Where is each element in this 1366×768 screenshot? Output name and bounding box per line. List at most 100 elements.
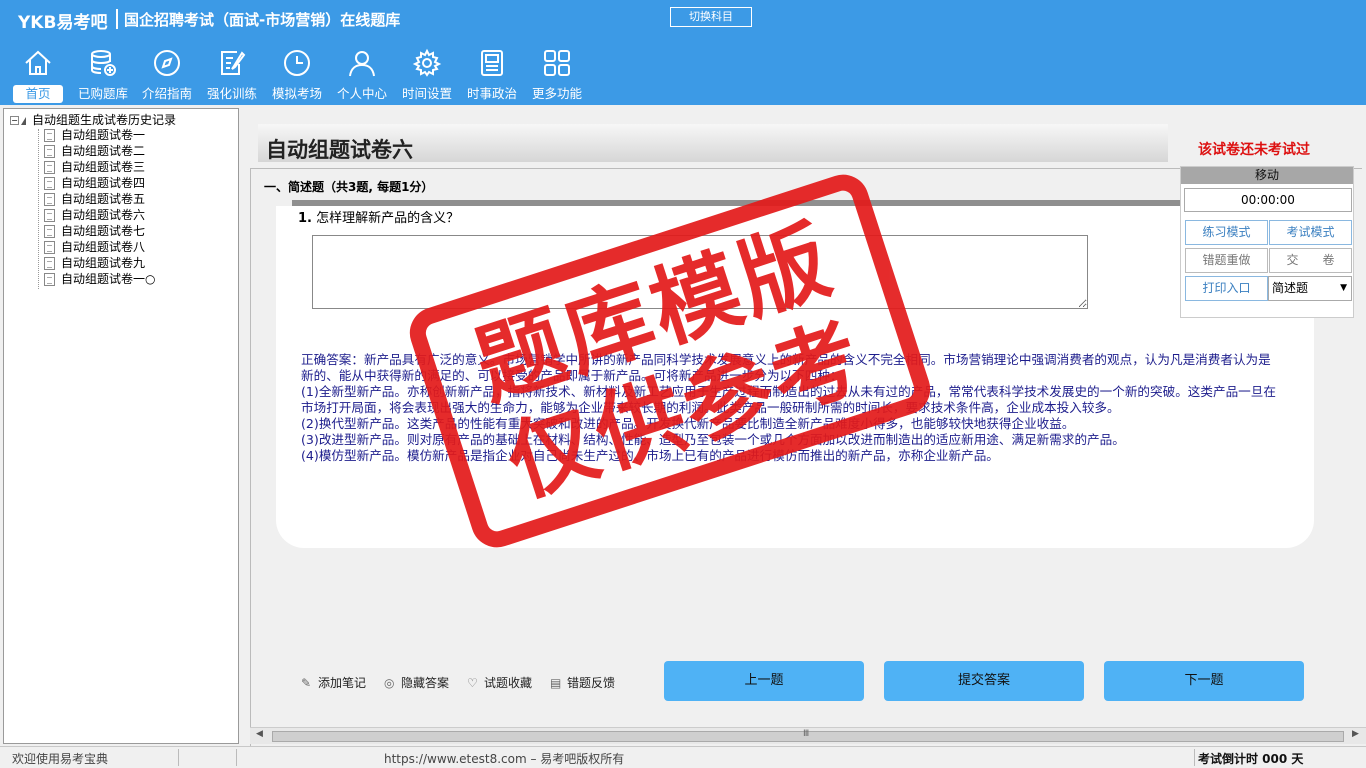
- tree-item[interactable]: 自动组题试卷七: [44, 223, 145, 239]
- nav-label: 模拟考场: [271, 86, 322, 101]
- nav-label: 强化训练: [206, 86, 257, 101]
- home-icon: [25, 50, 51, 75]
- scroll-right-icon[interactable]: ▶: [1352, 729, 1359, 739]
- status-bar: 欢迎使用易考宝典 https://www.etest8.com – 易考吧版权所…: [0, 746, 1366, 768]
- question-text: 1. 怎样理解新产品的含义？: [298, 207, 459, 226]
- tree-item-label: 自动组题试卷九: [61, 256, 146, 270]
- tree-item[interactable]: 自动组题试卷四: [44, 175, 145, 191]
- paper-title: 自动组题试卷六: [266, 138, 413, 162]
- tree-item-label: 自动组题试卷一: [61, 128, 146, 142]
- error-feedback-button[interactable]: ▤ 错题反馈: [550, 675, 615, 691]
- edit-icon: [221, 51, 246, 75]
- copyright-text: https://www.etest8.com – 易考吧版权所有: [384, 752, 625, 766]
- grid-icon: [544, 50, 570, 76]
- tree-item[interactable]: 自动组题试卷八: [44, 239, 145, 255]
- nav-more[interactable]: 更多功能: [524, 48, 590, 104]
- add-note-button[interactable]: ✎ 添加笔记: [301, 675, 366, 691]
- clock-icon: [284, 50, 310, 76]
- nav-label: 介绍指南: [141, 86, 192, 101]
- nav-personal[interactable]: 个人中心: [329, 48, 395, 104]
- document-icon: [44, 161, 55, 174]
- favorite-button[interactable]: ♡ 试题收藏: [467, 675, 532, 691]
- tree-item[interactable]: 自动组题试卷九: [44, 255, 145, 271]
- redo-wrong-button[interactable]: 错题重做: [1185, 248, 1268, 273]
- nav-label: 首页: [13, 85, 63, 103]
- pencil-icon: ✎: [301, 676, 312, 690]
- expand-triangle-icon: [21, 116, 26, 125]
- tree-item[interactable]: 自动组题试卷五: [44, 191, 145, 207]
- collapse-icon[interactable]: −: [10, 116, 19, 125]
- nav-label: 更多功能: [531, 86, 582, 101]
- app-logo: YKB易考吧: [18, 13, 108, 33]
- user-icon: [349, 51, 375, 77]
- document-icon: [44, 177, 55, 190]
- tree-item-label: 自动组题试卷四: [61, 176, 146, 190]
- nav-current-affairs[interactable]: 时事政治: [459, 48, 525, 104]
- nav-purchased[interactable]: 已购题库: [70, 48, 136, 104]
- question-number: 1.: [298, 211, 312, 226]
- app-title: 国企招聘考试（面试-市场营销）在线题库: [124, 11, 401, 29]
- document-search-icon: [44, 209, 55, 222]
- status-divider: [178, 749, 179, 766]
- nav-label: 个人中心: [336, 86, 387, 101]
- status-divider: [1194, 749, 1195, 766]
- document-icon: [44, 193, 55, 206]
- tree-item[interactable]: 自动组题试卷一: [44, 127, 145, 143]
- exam-countdown: 考试倒计时 000 天: [1198, 752, 1304, 766]
- nav-guide[interactable]: 介绍指南: [134, 48, 200, 104]
- submit-answer-button[interactable]: 提交答案: [884, 661, 1084, 701]
- tree-item-label: 自动组题试卷二: [61, 144, 146, 158]
- document-icon: [44, 129, 55, 142]
- question-type-select[interactable]: 简述题 ▼: [1268, 276, 1352, 301]
- widget-move-handle[interactable]: 移动: [1181, 167, 1353, 184]
- practice-mode-button[interactable]: 练习模式: [1185, 220, 1268, 245]
- scroll-thumb[interactable]: Ⅲ: [272, 729, 1344, 742]
- exam-timer: 00:00:00: [1184, 188, 1352, 212]
- nav-home[interactable]: 首页: [5, 48, 71, 104]
- status-divider: [236, 749, 237, 766]
- nav-label: 已购题库: [77, 86, 128, 101]
- horizontal-scrollbar[interactable]: ◀ Ⅲ ▶: [250, 727, 1366, 744]
- hand-in-button[interactable]: 交 卷: [1269, 248, 1352, 273]
- document-icon: [44, 225, 55, 238]
- next-question-button[interactable]: 下一题: [1104, 661, 1304, 701]
- prev-question-button[interactable]: 上一题: [664, 661, 864, 701]
- tree-root[interactable]: − 自动组题生成试卷历史记录: [10, 112, 176, 128]
- scroll-left-icon[interactable]: ◀: [256, 729, 263, 739]
- tree-item[interactable]: 自动组题试卷三: [44, 159, 145, 175]
- tree-item-label: 自动组题试卷八: [61, 240, 146, 254]
- switch-subject-button[interactable]: 切换科目: [670, 7, 752, 27]
- title-separator: [116, 9, 118, 29]
- gear-icon: [412, 48, 442, 77]
- tree-item-label: 自动组题试卷七: [61, 224, 146, 238]
- heart-icon: ♡: [467, 676, 478, 690]
- tree-item-label: 自动组题试卷一○: [61, 272, 156, 286]
- scroll-grip: Ⅲ: [803, 729, 810, 739]
- tree-item-label: 自动组题试卷五: [61, 192, 146, 206]
- tool-label: 试题收藏: [484, 676, 533, 690]
- nav-training[interactable]: 强化训练: [199, 48, 265, 104]
- nav-mock-exam[interactable]: 模拟考场: [264, 48, 330, 104]
- tool-label: 错题反馈: [567, 676, 616, 690]
- eye-icon: ◎: [384, 676, 395, 690]
- tree-root-label: 自动组题生成试卷历史记录: [32, 113, 177, 127]
- tree-connector: [38, 129, 39, 289]
- section-header: 一、简述题（共3题, 每题1分）: [264, 180, 434, 194]
- tree-item[interactable]: 自动组题试卷一○: [44, 271, 155, 287]
- chevron-down-icon: ▼: [1340, 283, 1347, 293]
- tool-label: 添加笔记: [318, 676, 367, 690]
- document-icon: [44, 241, 55, 254]
- tree-item-selected[interactable]: 自动组题试卷六: [44, 207, 145, 223]
- document-icon: [44, 273, 55, 286]
- welcome-text: 欢迎使用易考宝典: [12, 752, 109, 766]
- print-button[interactable]: 打印入口: [1185, 276, 1268, 301]
- exam-mode-button[interactable]: 考试模式: [1269, 220, 1352, 245]
- exam-status-text: 该试卷还未考试过: [1198, 142, 1310, 158]
- nav-time-settings[interactable]: 时间设置: [394, 48, 460, 104]
- nav-label: 时事政治: [466, 86, 517, 101]
- hide-answer-button[interactable]: ◎ 隐藏答案: [384, 675, 449, 691]
- document-icon: [44, 145, 55, 158]
- tree-item[interactable]: 自动组题试卷二: [44, 143, 145, 159]
- database-icon: [91, 50, 116, 76]
- news-icon: [481, 50, 503, 76]
